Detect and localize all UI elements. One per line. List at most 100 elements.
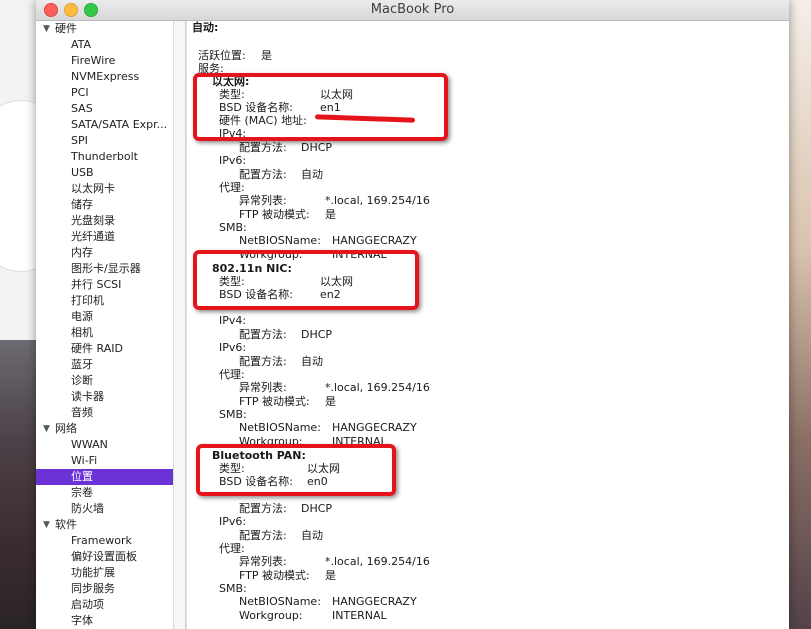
sidebar-item[interactable]: 储存 [36,197,173,213]
exceptions-label: 异常列表: [239,555,287,568]
sidebar-category-hardware[interactable]: ▼ 硬件 [36,21,173,37]
sidebar-item[interactable]: Framework [36,533,173,549]
ipv6-method-value: 自动 [301,355,323,368]
sidebar-item-label: PCI [71,86,89,99]
ipv4-method-value: DHCP [301,328,333,341]
sidebar-item-label: 读卡器 [71,390,104,403]
sidebar-item-label: 音频 [71,406,93,419]
sidebar-item[interactable]: 偏好设置面板 [36,549,173,565]
netbios-label: NetBIOSName: [239,234,321,247]
content-scrollbar[interactable] [186,21,187,629]
active-location-label: 活跃位置: [198,49,246,62]
sidebar-item[interactable]: 音频 [36,405,173,421]
netbios-value: HANGGECRAZY [332,234,417,247]
sidebar-item[interactable]: 蓝牙 [36,357,173,373]
sidebar-item-label: SAS [71,102,93,115]
sidebar-item-label: 光纤通道 [71,230,115,243]
exceptions-label: 异常列表: [239,194,287,207]
active-location-value: 是 [261,49,272,62]
sidebar-item[interactable]: 图形卡/显示器 [36,261,173,277]
sidebar-item[interactable]: 字体 [36,613,173,629]
ipv4-method-label: 配置方法: [239,502,287,515]
disclosure-triangle-icon[interactable]: ▼ [43,21,50,37]
smb-label: SMB: [219,408,247,421]
title-bar[interactable]: MacBook Pro [36,0,789,21]
exceptions-value: *.local, 169.254/16 [325,194,430,207]
sidebar-item[interactable]: 光纤通道 [36,229,173,245]
sidebar-item[interactable]: 功能扩展 [36,565,173,581]
ipv6-method-value: 自动 [301,529,323,542]
sidebar-item-label: 字体 [71,614,93,627]
ftp-passive-label: FTP 被动模式: [239,395,310,408]
sidebar-item[interactable]: 相机 [36,325,173,341]
sidebar-item[interactable]: 启动项 [36,597,173,613]
sidebar-item-label: 偏好设置面板 [71,550,137,563]
netbios-label: NetBIOSName: [239,595,321,608]
sidebar-item[interactable]: NVMExpress [36,69,173,85]
sidebar-item[interactable]: 防火墙 [36,501,173,517]
location-heading: 自动: [192,21,219,34]
sidebar-item[interactable]: 同步服务 [36,581,173,597]
sidebar-item-label: 内存 [71,246,93,259]
sidebar-item[interactable]: SATA/SATA Expr... [36,117,173,133]
sidebar-item[interactable]: WWAN [36,437,173,453]
sidebar-item[interactable]: Wi-Fi [36,453,173,469]
sidebar-item[interactable]: SAS [36,101,173,117]
proxy-label: 代理: [219,542,245,555]
exceptions-label: 异常列表: [239,381,287,394]
ipv4-method-value: DHCP [301,502,333,515]
sidebar-item[interactable]: 宗卷 [36,485,173,501]
netbios-value: HANGGECRAZY [332,421,417,434]
sidebar-item[interactable]: USB [36,165,173,181]
ipv6-method-label: 配置方法: [239,168,287,181]
sidebar-item[interactable]: SPI [36,133,173,149]
ipv6-label: IPv6: [219,341,247,354]
sidebar-item-label: SPI [71,134,88,147]
sidebar-item-label: WWAN [71,438,108,451]
sidebar-item[interactable]: 内存 [36,245,173,261]
smb-label: SMB: [219,582,247,595]
sidebar: ▼ 硬件 ATA FireWire NVMExpress PCI SAS SATA/SAT… [36,21,173,629]
sidebar-item[interactable]: 诊断 [36,373,173,389]
sidebar-item-label: 蓝牙 [71,358,93,371]
highlight-box-wifi [193,250,419,310]
sidebar-item[interactable]: 以太网卡 [36,181,173,197]
sidebar-item-label: 相机 [71,326,93,339]
sidebar-item[interactable]: Thunderbolt [36,149,173,165]
proxy-label: 代理: [219,368,245,381]
smb-label: SMB: [219,221,247,234]
disclosure-triangle-icon[interactable]: ▼ [43,517,50,533]
sidebar-item-label: 位置 [71,470,93,483]
sidebar-item[interactable]: 电源 [36,309,173,325]
ipv4-method-label: 配置方法: [239,328,287,341]
ipv4-method-label: 配置方法: [239,141,287,154]
sidebar-item[interactable]: 打印机 [36,293,173,309]
sidebar-item-label: 光盘刻录 [71,214,115,227]
disclosure-triangle-icon[interactable]: ▼ [43,421,50,437]
sidebar-item[interactable]: 硬件 RAID [36,341,173,357]
sidebar-item[interactable]: 读卡器 [36,389,173,405]
sidebar-item-label: 以太网卡 [71,182,115,195]
sidebar-item[interactable]: PCI [36,85,173,101]
sidebar-item-label: 防火墙 [71,502,104,515]
sidebar-item[interactable]: 并行 SCSI [36,277,173,293]
sidebar-item-label: Wi-Fi [71,454,98,467]
sidebar-item[interactable]: ATA [36,37,173,53]
netbios-label: NetBIOSName: [239,421,321,434]
sidebar-item-label: SATA/SATA Expr... [71,118,168,131]
sidebar-item-label: Thunderbolt [71,150,138,163]
proxy-label: 代理: [219,181,245,194]
sidebar-item[interactable]: 光盘刻录 [36,213,173,229]
sidebar-item-label: 图形卡/显示器 [71,262,141,275]
sidebar-item-label: 宗卷 [71,486,93,499]
sidebar-category-network[interactable]: ▼ 网络 [36,421,173,437]
sidebar-item-label: FireWire [71,54,116,67]
sidebar-item-label: NVMExpress [71,70,140,83]
sidebar-item-label: 诊断 [71,374,93,387]
ftp-passive-value: 是 [325,569,336,582]
sidebar-item[interactable]: FireWire [36,53,173,69]
sidebar-item[interactable]: 位置 [36,469,173,485]
sidebar-item-label: 电源 [71,310,93,323]
sidebar-category-software[interactable]: ▼ 软件 [36,517,173,533]
ftp-passive-value: 是 [325,395,336,408]
